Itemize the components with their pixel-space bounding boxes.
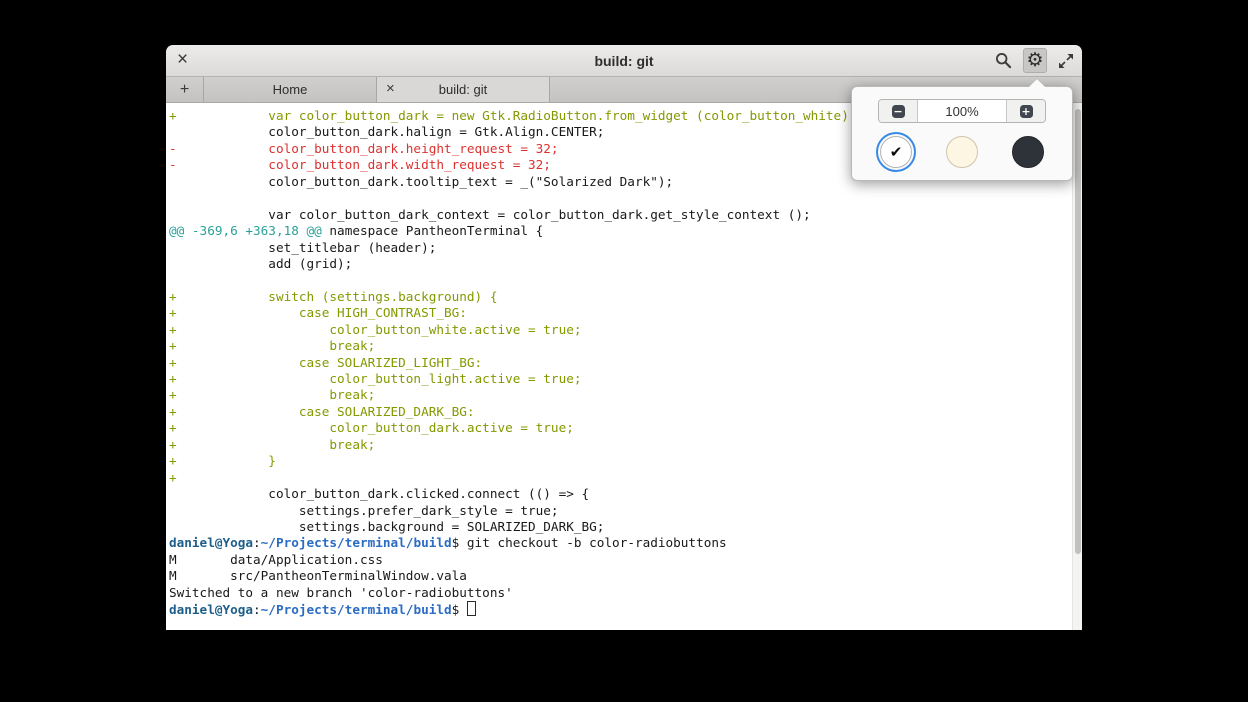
terminal-text-segment: + } (169, 453, 276, 468)
terminal-text-segment: + break; (169, 437, 375, 452)
terminal-line: M data/Application.css (169, 552, 1082, 568)
zoom-out-button[interactable]: − (879, 100, 918, 122)
terminal-line: + break; (169, 338, 1082, 354)
zoom-level-value: 100% (918, 100, 1006, 122)
terminal-line: + case HIGH_CONTRAST_BG: (169, 305, 1082, 321)
terminal-text-segment: set_titlebar (header); (169, 240, 436, 255)
terminal-text-segment: settings.background = SOLARIZED_DARK_BG; (169, 519, 604, 534)
terminal-text-segment: + (169, 470, 177, 485)
search-icon[interactable] (995, 52, 1012, 69)
terminal-text-segment: + var color_button_dark = new Gtk.RadioB… (169, 108, 856, 123)
terminal-text-segment: - color_button_dark.height_request = 32; (169, 141, 559, 156)
terminal-line: + break; (169, 387, 1082, 403)
zoom-in-icon: + (1020, 105, 1033, 118)
theme-selector: ✔ (852, 136, 1072, 168)
settings-gear-icon[interactable]: ⚙ (1023, 48, 1047, 73)
terminal-line: + case SOLARIZED_LIGHT_BG: (169, 355, 1082, 371)
scrollbar-thumb[interactable] (1075, 109, 1081, 554)
terminal-text-segment: ~/Projects/terminal/build (261, 535, 452, 550)
terminal-line: add (grid); (169, 256, 1082, 272)
headerbar-actions: ⚙ (995, 45, 1074, 76)
terminal-text-segment: namespace PantheonTerminal { (322, 223, 544, 238)
terminal-text-segment: add (grid); (169, 256, 352, 271)
terminal-cursor (467, 601, 476, 616)
terminal-line: @@ -369,6 +363,18 @@ namespace PantheonT… (169, 223, 1082, 239)
terminal-line: settings.prefer_dark_style = true; (169, 503, 1082, 519)
terminal-line: + color_button_light.active = true; (169, 371, 1082, 387)
new-tab-button[interactable]: + (166, 77, 204, 102)
zoom-out-icon: − (892, 105, 905, 118)
terminal-text-segment: : (253, 602, 261, 617)
popover-arrow-fill (1029, 79, 1045, 87)
titlebar[interactable]: × build: git ⚙ (166, 45, 1082, 77)
tab-label: Home (273, 82, 308, 97)
terminal-text-segment: daniel@Yoga (169, 535, 253, 550)
terminal-line: var color_button_dark_context = color_bu… (169, 207, 1082, 223)
terminal-text-segment: M data/Application.css (169, 552, 383, 567)
terminal-line: + switch (settings.background) { (169, 289, 1082, 305)
terminal-text-segment: + case SOLARIZED_LIGHT_BG: (169, 355, 482, 370)
terminal-text-segment: - color_button_dark.width_request = 32; (169, 157, 551, 172)
terminal-line: set_titlebar (header); (169, 240, 1082, 256)
terminal-text-segment: + color_button_light.active = true; (169, 371, 581, 386)
terminal-line: + color_button_white.active = true; (169, 322, 1082, 338)
settings-popover: − 100% + ✔ (851, 86, 1073, 181)
terminal-text-segment: $ git checkout -b color-radiobuttons (452, 535, 727, 550)
terminal-line: M src/PantheonTerminalWindow.vala (169, 568, 1082, 584)
terminal-text-segment: settings.prefer_dark_style = true; (169, 503, 559, 518)
terminal-text-segment: Switched to a new branch 'color-radiobut… (169, 585, 513, 600)
terminal-text-segment: color_button_dark.clicked.connect (() =>… (169, 486, 589, 501)
terminal-text-segment: daniel@Yoga (169, 602, 253, 617)
terminal-text-segment: + color_button_white.active = true; (169, 322, 581, 337)
tab-close-icon[interactable]: × (386, 80, 395, 97)
terminal-line: + color_button_dark.active = true; (169, 420, 1082, 436)
terminal-line: daniel@Yoga:~/Projects/terminal/build$ (169, 601, 1082, 617)
window-title: build: git (166, 53, 1082, 69)
theme-swatch-high-contrast-light[interactable]: ✔ (880, 136, 912, 168)
scrollbar[interactable] (1072, 103, 1082, 630)
theme-swatch-solarized-light[interactable] (946, 136, 978, 168)
terminal-text-segment: : (253, 535, 261, 550)
terminal-line: Switched to a new branch 'color-radiobut… (169, 585, 1082, 601)
tab-label: build: git (439, 82, 487, 97)
terminal-line (169, 190, 1082, 206)
terminal-line: + case SOLARIZED_DARK_BG: (169, 404, 1082, 420)
terminal-output: + var color_button_dark = new Gtk.RadioB… (169, 108, 1082, 618)
zoom-in-button[interactable]: + (1006, 100, 1045, 122)
tab-home[interactable]: Home (204, 77, 377, 102)
terminal-view[interactable]: + var color_button_dark = new Gtk.RadioB… (166, 103, 1082, 630)
terminal-text-segment: + switch (settings.background) { (169, 289, 497, 304)
terminal-text-segment: + case HIGH_CONTRAST_BG: (169, 305, 467, 320)
theme-swatch-solarized-dark[interactable] (1012, 136, 1044, 168)
terminal-text-segment: color_button_dark.tooltip_text = _("Sola… (169, 174, 673, 189)
tab-build-git[interactable]: × build: git (377, 77, 550, 102)
check-icon: ✔ (890, 143, 903, 161)
terminal-line: color_button_dark.clicked.connect (() =>… (169, 486, 1082, 502)
terminal-line (169, 272, 1082, 288)
terminal-line: + } (169, 453, 1082, 469)
terminal-text-segment: M src/PantheonTerminalWindow.vala (169, 568, 467, 583)
terminal-text-segment: + case SOLARIZED_DARK_BG: (169, 404, 475, 419)
terminal-text-segment: + break; (169, 387, 375, 402)
terminal-line: daniel@Yoga:~/Projects/terminal/build$ g… (169, 535, 1082, 551)
terminal-line: + (169, 470, 1082, 486)
terminal-line: settings.background = SOLARIZED_DARK_BG; (169, 519, 1082, 535)
terminal-text-segment: + color_button_dark.active = true; (169, 420, 574, 435)
zoom-control-group: − 100% + (878, 99, 1046, 123)
terminal-text-segment: ~/Projects/terminal/build (261, 602, 452, 617)
terminal-window: × build: git ⚙ + Home (166, 45, 1082, 630)
terminal-text-segment: @@ -369,6 +363,18 @@ (169, 223, 322, 238)
terminal-text-segment: var color_button_dark_context = color_bu… (169, 207, 811, 222)
terminal-text-segment: color_button_dark.halign = Gtk.Align.CEN… (169, 124, 604, 139)
fullscreen-expand-icon[interactable] (1058, 53, 1074, 69)
terminal-line: + break; (169, 437, 1082, 453)
terminal-text-segment: $ (452, 602, 467, 617)
terminal-text-segment: + break; (169, 338, 375, 353)
